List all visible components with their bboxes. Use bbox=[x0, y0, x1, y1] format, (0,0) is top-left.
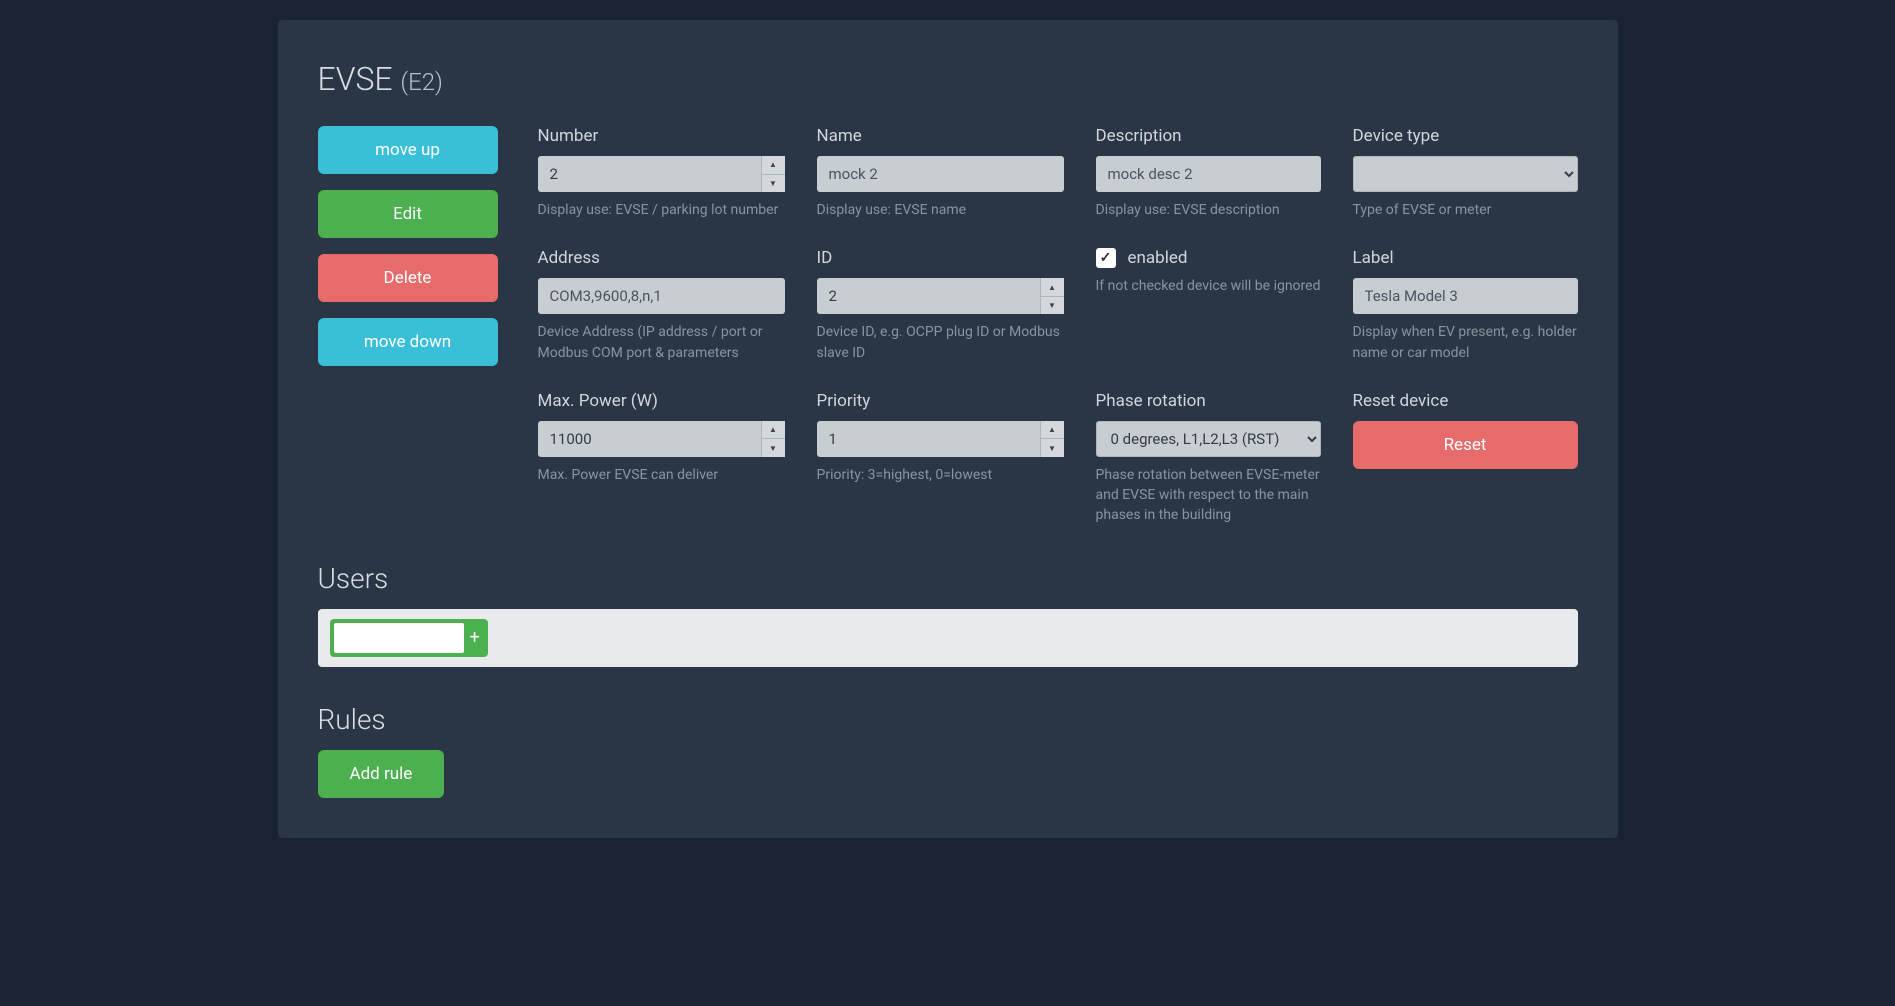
field-address: Address Device Address (IP address / por… bbox=[538, 248, 785, 363]
max-power-spinner: ▲ ▼ bbox=[761, 421, 785, 457]
field-max-power: Max. Power (W) ▲ ▼ Max. Power EVSE can d… bbox=[538, 391, 785, 526]
id-input-wrap: ▲ ▼ bbox=[817, 278, 1064, 314]
enabled-checkbox[interactable]: ✓ bbox=[1096, 248, 1116, 268]
enabled-row: ✓ enabled bbox=[1096, 248, 1321, 268]
users-bar: + bbox=[318, 609, 1578, 667]
id-step-down[interactable]: ▼ bbox=[1041, 297, 1064, 315]
priority-help: Priority: 3=highest, 0=lowest bbox=[817, 465, 1064, 485]
max-power-step-up[interactable]: ▲ bbox=[762, 421, 785, 440]
field-number: Number ▲ ▼ Display use: EVSE / parking l… bbox=[538, 126, 785, 220]
id-help: Device ID, e.g. OCPP plug ID or Modbus s… bbox=[817, 322, 1064, 363]
move-up-button[interactable]: move up bbox=[318, 126, 498, 174]
id-input[interactable] bbox=[817, 278, 1040, 314]
number-label: Number bbox=[538, 126, 785, 146]
number-step-down[interactable]: ▼ bbox=[762, 175, 785, 193]
main-row: move up Edit Delete move down Number ▲ ▼… bbox=[318, 126, 1578, 526]
max-power-label: Max. Power (W) bbox=[538, 391, 785, 411]
field-phase-rotation: Phase rotation 0 degrees, L1,L2,L3 (RST)… bbox=[1096, 391, 1321, 526]
device-type-select[interactable] bbox=[1353, 156, 1578, 192]
field-evlabel: Label Display when EV present, e.g. hold… bbox=[1353, 248, 1578, 363]
number-step-up[interactable]: ▲ bbox=[762, 156, 785, 175]
priority-step-up[interactable]: ▲ bbox=[1041, 421, 1064, 440]
delete-button[interactable]: Delete bbox=[318, 254, 498, 302]
reset-button[interactable]: Reset bbox=[1353, 421, 1578, 469]
add-rule-button[interactable]: Add rule bbox=[318, 750, 445, 798]
side-buttons: move up Edit Delete move down bbox=[318, 126, 498, 526]
user-add-input[interactable] bbox=[334, 623, 464, 653]
form-grid: Number ▲ ▼ Display use: EVSE / parking l… bbox=[538, 126, 1578, 526]
number-input-wrap: ▲ ▼ bbox=[538, 156, 785, 192]
priority-input[interactable] bbox=[817, 421, 1040, 457]
phase-rotation-label: Phase rotation bbox=[1096, 391, 1321, 411]
phase-rotation-select[interactable]: 0 degrees, L1,L2,L3 (RST) bbox=[1096, 421, 1321, 457]
user-add-widget: + bbox=[330, 619, 488, 657]
field-id: ID ▲ ▼ Device ID, e.g. OCPP plug ID or M… bbox=[817, 248, 1064, 363]
field-reset: Reset device Reset bbox=[1353, 391, 1578, 526]
device-type-label: Device type bbox=[1353, 126, 1578, 146]
number-help: Display use: EVSE / parking lot number bbox=[538, 200, 785, 220]
device-type-help: Type of EVSE or meter bbox=[1353, 200, 1578, 220]
title-main: EVSE bbox=[318, 60, 393, 98]
field-enabled: ✓ enabled If not checked device will be … bbox=[1096, 248, 1321, 363]
edit-button[interactable]: Edit bbox=[318, 190, 498, 238]
priority-spinner: ▲ ▼ bbox=[1040, 421, 1064, 457]
enabled-help: If not checked device will be ignored bbox=[1096, 276, 1321, 296]
name-help: Display use: EVSE name bbox=[817, 200, 1064, 220]
description-input[interactable] bbox=[1096, 156, 1321, 192]
user-add-button[interactable]: + bbox=[468, 627, 482, 648]
priority-label: Priority bbox=[817, 391, 1064, 411]
rules-header: Rules bbox=[318, 703, 1578, 736]
field-device-type: Device type Type of EVSE or meter bbox=[1353, 126, 1578, 220]
number-input[interactable] bbox=[538, 156, 761, 192]
users-header: Users bbox=[318, 562, 1578, 595]
field-description: Description Display use: EVSE descriptio… bbox=[1096, 126, 1321, 220]
id-label: ID bbox=[817, 248, 1064, 268]
name-label: Name bbox=[817, 126, 1064, 146]
name-input[interactable] bbox=[817, 156, 1064, 192]
evlabel-label: Label bbox=[1353, 248, 1578, 268]
reset-label: Reset device bbox=[1353, 391, 1578, 411]
field-name: Name Display use: EVSE name bbox=[817, 126, 1064, 220]
max-power-step-down[interactable]: ▼ bbox=[762, 439, 785, 457]
max-power-input-wrap: ▲ ▼ bbox=[538, 421, 785, 457]
id-spinner: ▲ ▼ bbox=[1040, 278, 1064, 314]
address-input[interactable] bbox=[538, 278, 785, 314]
description-label: Description bbox=[1096, 126, 1321, 146]
priority-input-wrap: ▲ ▼ bbox=[817, 421, 1064, 457]
description-help: Display use: EVSE description bbox=[1096, 200, 1321, 220]
address-label: Address bbox=[538, 248, 785, 268]
enabled-label: enabled bbox=[1128, 248, 1188, 268]
field-priority: Priority ▲ ▼ Priority: 3=highest, 0=lowe… bbox=[817, 391, 1064, 526]
priority-step-down[interactable]: ▼ bbox=[1041, 439, 1064, 457]
title-sub: (E2) bbox=[400, 68, 442, 96]
phase-rotation-help: Phase rotation between EVSE-meter and EV… bbox=[1096, 465, 1321, 526]
max-power-input[interactable] bbox=[538, 421, 761, 457]
address-help: Device Address (IP address / port or Mod… bbox=[538, 322, 785, 363]
move-down-button[interactable]: move down bbox=[318, 318, 498, 366]
max-power-help: Max. Power EVSE can deliver bbox=[538, 465, 785, 485]
evlabel-help: Display when EV present, e.g. holder nam… bbox=[1353, 322, 1578, 363]
evlabel-input[interactable] bbox=[1353, 278, 1578, 314]
id-step-up[interactable]: ▲ bbox=[1041, 278, 1064, 297]
page-title: EVSE (E2) bbox=[318, 60, 1578, 98]
evse-panel: EVSE (E2) move up Edit Delete move down … bbox=[278, 20, 1618, 838]
number-spinner: ▲ ▼ bbox=[761, 156, 785, 192]
